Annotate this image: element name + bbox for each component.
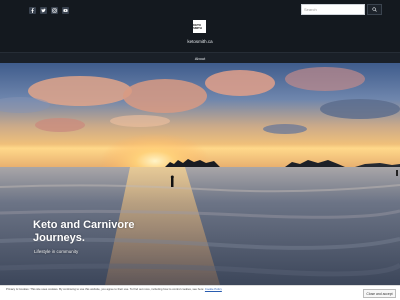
nav-item-about[interactable]: About	[195, 56, 205, 61]
hero-title: Keto and Carnivore Journeys.	[33, 219, 135, 244]
search-button[interactable]	[367, 4, 382, 15]
instagram-icon[interactable]	[51, 7, 58, 14]
search-icon	[372, 7, 377, 12]
cookie-banner: Privacy & Cookies: This site uses cookie…	[0, 285, 400, 300]
site-title[interactable]: ketosmith.ca	[0, 39, 400, 44]
cookie-policy-link[interactable]: Cookie Policy	[205, 287, 222, 291]
social-links	[29, 7, 69, 14]
twitter-icon[interactable]	[40, 7, 47, 14]
youtube-icon[interactable]	[62, 7, 69, 14]
main-nav: About	[0, 52, 400, 63]
close-and-accept-button[interactable]: Close and accept	[363, 289, 396, 298]
site-header: KETO SMITH ketosmith.ca	[0, 0, 400, 52]
facebook-icon[interactable]	[29, 7, 36, 14]
site-logo[interactable]: KETO SMITH	[193, 20, 206, 33]
search-form	[301, 4, 382, 15]
hero-banner: Keto and Carnivore Journeys. Lifestyle i…	[0, 63, 400, 285]
logo-text: KETO SMITH	[193, 22, 202, 30]
hero-subtitle: Lifestyle in community	[34, 249, 79, 254]
search-input[interactable]	[301, 4, 365, 15]
cookie-text: Privacy & Cookies: This site uses cookie…	[6, 287, 256, 292]
cookie-message: Privacy & Cookies: This site uses cookie…	[6, 287, 205, 291]
